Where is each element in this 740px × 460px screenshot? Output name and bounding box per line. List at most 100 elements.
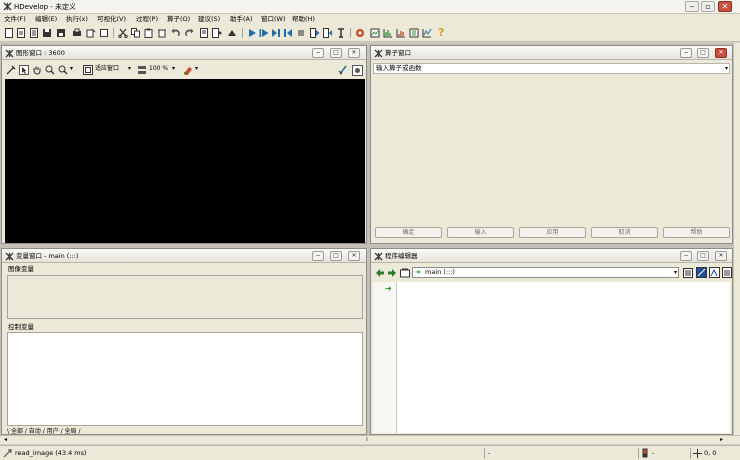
variable-minimize-button[interactable]: − — [312, 251, 324, 261]
menu-assistants[interactable]: 助手(A) — [230, 15, 253, 24]
program-settings-icon[interactable] — [709, 267, 720, 278]
tab-user[interactable]: 用户 — [47, 428, 59, 435]
print-icon[interactable] — [72, 28, 82, 38]
replace-icon[interactable] — [212, 28, 222, 38]
zoom-dropdown-arrow-icon[interactable]: ▾ — [70, 63, 73, 75]
pan-hand-icon[interactable] — [32, 65, 42, 75]
redo-icon[interactable] — [184, 28, 194, 38]
menu-operators[interactable]: 算子(O) — [167, 15, 190, 24]
variable-maximize-button[interactable]: □ — [330, 251, 342, 261]
save-icon[interactable] — [42, 28, 52, 38]
cancel-button[interactable]: 取消 — [591, 227, 658, 238]
fit-dropdown-arrow-icon[interactable]: ▾ — [128, 63, 131, 75]
scroll-right-icon[interactable]: ▸ — [720, 435, 723, 444]
step-back-icon[interactable] — [283, 28, 293, 38]
control-variables-area[interactable] — [7, 332, 363, 426]
tab-global[interactable]: 全局 — [65, 428, 77, 435]
enter-button[interactable]: 输入 — [447, 227, 514, 238]
procedure-icon[interactable] — [400, 268, 410, 278]
gray-histogram-icon[interactable] — [383, 28, 393, 38]
editor-minimize-button[interactable]: − — [680, 251, 692, 261]
maximize-button[interactable]: ▫ — [701, 1, 715, 12]
cut-icon[interactable] — [118, 28, 128, 38]
run-icon[interactable] — [247, 28, 257, 38]
operator-minimize-button[interactable]: − — [680, 48, 692, 58]
operator-maximize-button[interactable]: □ — [697, 48, 709, 58]
iconic-variables-area[interactable] — [7, 275, 363, 319]
graphics-maximize-button[interactable]: □ — [330, 48, 342, 58]
tab-auto[interactable]: 自动 — [29, 428, 41, 435]
minimize-button[interactable]: ‒ — [685, 1, 699, 12]
run-to-insert-icon[interactable] — [259, 28, 269, 38]
draw-color-icon[interactable] — [183, 65, 193, 75]
feature-histogram-icon[interactable] — [396, 28, 406, 38]
tab-all[interactable]: 全部 — [11, 428, 23, 435]
lock-icon[interactable] — [99, 28, 109, 38]
graphics-close-button[interactable]: ✕ — [348, 48, 360, 58]
menu-help[interactable]: 帮助(H) — [292, 15, 315, 24]
help-button[interactable]: 帮助 — [663, 227, 730, 238]
visualization-settings-icon[interactable] — [352, 65, 363, 76]
reset-program-icon[interactable] — [336, 28, 346, 38]
graphics-canvas[interactable] — [5, 79, 365, 243]
cursor-icon[interactable] — [19, 65, 29, 75]
procedure-select[interactable]: ➜ main (:::) ▾ — [412, 267, 679, 278]
fit-window-label[interactable]: 适应窗口 — [95, 63, 119, 75]
editor-gutter[interactable]: ➜ — [373, 282, 397, 433]
activate-icon[interactable] — [227, 28, 237, 38]
zoom-level[interactable]: 100 % — [149, 63, 168, 75]
find-icon[interactable] — [199, 28, 209, 38]
edit-image-icon[interactable] — [370, 28, 380, 38]
operator-close-button[interactable]: ✕ — [715, 48, 727, 58]
program-editor-text-area[interactable] — [397, 282, 730, 433]
ok-button[interactable]: 确定 — [375, 227, 442, 238]
workspace-horizontal-scrollbar[interactable]: ◂ ⁞ ▸ — [0, 435, 740, 444]
undo-icon[interactable] — [171, 28, 181, 38]
scroll-thumb-grip-icon[interactable]: ⁞ — [366, 435, 368, 444]
forward-arrow-icon[interactable] — [387, 268, 397, 278]
zoom-level-dropdown-icon[interactable]: ▾ — [172, 63, 175, 75]
workspace-vertical-scrollbar[interactable] — [733, 43, 740, 435]
print-program-icon[interactable] — [722, 267, 732, 278]
open-program-icon[interactable] — [16, 28, 26, 38]
feature-inspection-icon[interactable] — [409, 28, 419, 38]
editor-close-button[interactable]: ✕ — [715, 251, 727, 261]
scroll-left-icon[interactable]: ◂ — [4, 435, 7, 444]
fit-window-icon[interactable] — [83, 65, 93, 75]
zoom-in-icon[interactable] — [45, 65, 55, 75]
insert-operator-icon[interactable] — [696, 267, 707, 278]
editor-maximize-button[interactable]: □ — [697, 251, 709, 261]
step-out-icon[interactable] — [323, 28, 333, 38]
open-file-icon[interactable] — [29, 28, 39, 38]
step-into-icon[interactable] — [310, 28, 320, 38]
line-profile-icon[interactable] — [422, 28, 432, 38]
menu-procedures[interactable]: 过程(P) — [136, 15, 158, 24]
variable-close-button[interactable]: ✕ — [348, 251, 360, 261]
draw-color-dropdown-icon[interactable]: ▾ — [195, 63, 198, 75]
copy-icon[interactable] — [131, 28, 141, 38]
menu-execute[interactable]: 执行(x) — [66, 15, 88, 24]
menu-edit[interactable]: 编辑(E) — [35, 15, 57, 24]
help-question-icon[interactable]: ? — [438, 25, 444, 41]
procedure-dropdown-icon[interactable]: ▾ — [674, 268, 677, 277]
graphics-minimize-button[interactable]: − — [312, 48, 324, 58]
zoom-icon[interactable] — [58, 65, 68, 75]
clear-window-icon[interactable] — [6, 65, 16, 75]
delete-icon[interactable] — [157, 28, 167, 38]
paste-icon[interactable] — [144, 28, 154, 38]
apply-button[interactable]: 应用 — [519, 227, 586, 238]
operator-search-input[interactable]: 输入算子或函数 ▾ — [373, 63, 730, 74]
close-button[interactable]: ✕ — [718, 1, 732, 12]
menu-window[interactable]: 窗口(W) — [261, 15, 286, 24]
new-program-icon[interactable] — [4, 28, 14, 38]
stop-icon[interactable] — [296, 28, 306, 38]
back-arrow-icon[interactable] — [375, 268, 385, 278]
image-acquisition-icon[interactable] — [355, 28, 365, 38]
operator-search-dropdown-icon[interactable]: ▾ — [725, 64, 728, 73]
menu-file[interactable]: 文件(F) — [4, 15, 26, 24]
properties-icon[interactable] — [86, 28, 96, 38]
set-parameters-icon[interactable] — [338, 65, 348, 75]
menu-visualization[interactable]: 可视化(V) — [97, 15, 126, 24]
edit-procedure-icon[interactable] — [683, 268, 693, 278]
step-over-icon[interactable] — [271, 28, 281, 38]
